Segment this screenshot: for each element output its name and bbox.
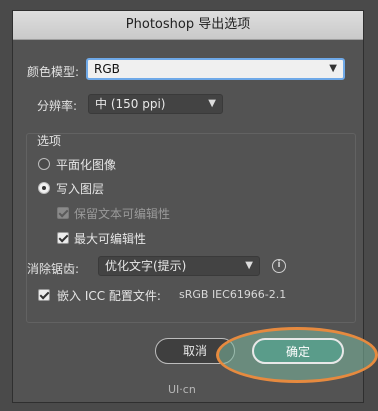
resolution-value: 中 (150 ppi) <box>95 97 166 111</box>
icc-profile-name: sRGB IEC61966-2.1 <box>179 288 287 301</box>
resolution-select[interactable]: 中 (150 ppi) ▼ <box>88 94 223 114</box>
preserve-text-checkbox[interactable] <box>57 207 69 219</box>
color-model-label: 颜色模型: <box>27 65 80 79</box>
color-model-select[interactable]: RGB ▼ <box>86 58 345 80</box>
resolution-label: 分辨率: <box>37 99 78 113</box>
preserve-text-label: 保留文本可编辑性 <box>74 207 171 221</box>
antialias-select[interactable]: 优化文字(提示) ▼ <box>98 256 260 276</box>
watermark: UI·cn <box>168 383 196 396</box>
dialog-title: Photoshop 导出选项 <box>13 11 363 40</box>
info-icon[interactable]: i <box>272 259 286 273</box>
chevron-down-icon: ▼ <box>245 260 253 271</box>
max-edit-label[interactable]: 最大可编辑性 <box>74 230 146 247</box>
flatten-label[interactable]: 平面化图像 <box>56 156 116 173</box>
ok-button[interactable]: 确定 <box>252 338 344 364</box>
antialias-label: 消除锯齿: <box>27 262 80 276</box>
color-model-value: RGB <box>94 62 120 76</box>
layers-radio[interactable] <box>38 182 50 194</box>
chevron-down-icon: ▼ <box>208 98 216 109</box>
layers-label[interactable]: 写入图层 <box>56 180 104 197</box>
antialias-value: 优化文字(提示) <box>105 259 187 273</box>
chevron-down-icon: ▼ <box>329 63 337 74</box>
flatten-radio[interactable] <box>38 158 50 170</box>
max-edit-checkbox[interactable] <box>57 232 69 244</box>
options-title: 选项 <box>37 134 62 148</box>
embed-icc-label[interactable]: 嵌入 ICC 配置文件: <box>57 287 161 304</box>
embed-icc-checkbox[interactable] <box>38 289 50 301</box>
